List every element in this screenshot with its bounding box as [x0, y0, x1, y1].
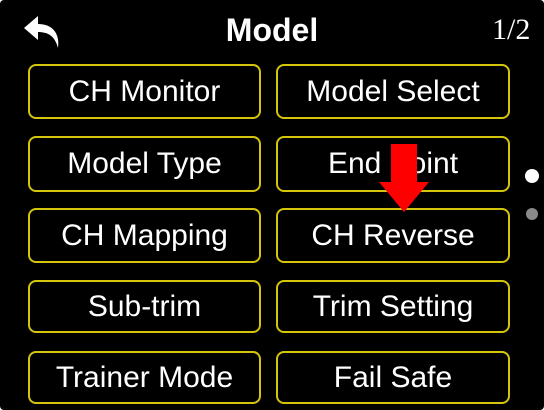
ch-reverse-button[interactable]: CH Reverse: [276, 208, 510, 263]
ch-mapping-button[interactable]: CH Mapping: [28, 208, 261, 263]
page-dot-inactive[interactable]: [526, 208, 538, 220]
fail-safe-button[interactable]: Fail Safe: [276, 351, 510, 404]
header-bar: Model 1/2: [0, 0, 544, 60]
model-type-button[interactable]: Model Type: [28, 136, 261, 192]
page-indicator: 1/2: [492, 13, 531, 46]
trim-setting-button[interactable]: Trim Setting: [276, 280, 510, 333]
model-menu-screen: Model 1/2 CH Monitor Model Select Model …: [0, 0, 544, 410]
sub-trim-button[interactable]: Sub-trim: [28, 280, 261, 333]
ch-monitor-button[interactable]: CH Monitor: [28, 64, 261, 119]
red-down-arrow-icon: [379, 144, 429, 212]
model-select-button[interactable]: Model Select: [276, 64, 510, 119]
page-title: Model: [225, 12, 319, 48]
page-dot-active[interactable]: [525, 169, 539, 183]
trainer-mode-button[interactable]: Trainer Mode: [28, 351, 261, 404]
